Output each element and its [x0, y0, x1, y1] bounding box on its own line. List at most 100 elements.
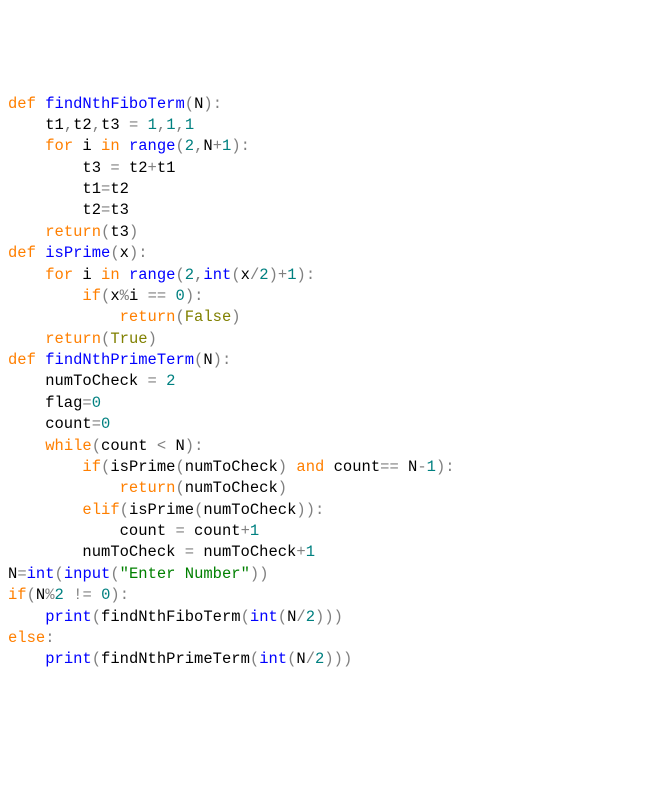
code-token-op: ) [213, 351, 222, 369]
code-token [8, 223, 45, 241]
code-token-op: - [417, 458, 426, 476]
code-token: t2 [73, 116, 92, 134]
code-token-op: : [241, 137, 250, 155]
code-token-num: 0 [92, 394, 101, 412]
code-token-op: : [445, 458, 454, 476]
code-token-op: ) [334, 650, 343, 668]
code-token [8, 501, 82, 519]
code-token: numToCheck [203, 501, 296, 519]
code-token-num: 2 [315, 650, 324, 668]
code-token-op: : [138, 244, 147, 262]
code-token-kw: if [82, 287, 101, 305]
code-token [120, 266, 129, 284]
code-token: isPrime [110, 458, 175, 476]
code-token: x [120, 244, 129, 262]
code-token-op: + [241, 522, 250, 540]
code-token: N [296, 650, 305, 668]
code-token-op: + [296, 543, 305, 561]
code-line: else: [8, 628, 646, 649]
code-token: findNthPrimeTerm [101, 650, 250, 668]
code-token-kw: for [45, 137, 73, 155]
code-token: count [8, 415, 92, 433]
code-token-op: % [45, 586, 54, 604]
code-token-kw: if [8, 586, 27, 604]
code-line: def isPrime(x): [8, 243, 646, 264]
code-token-op: ) [110, 586, 119, 604]
code-token-num: 2 [166, 372, 175, 390]
code-token-op: + [278, 266, 287, 284]
code-token-op: ) [343, 650, 352, 668]
code-token-op: ) [278, 458, 287, 476]
code-token [92, 586, 101, 604]
code-token-op: ) [250, 565, 259, 583]
code-token-op: , [176, 116, 185, 134]
code-token-kw: elif [82, 501, 119, 519]
code-token-op: ( [250, 650, 259, 668]
code-token-op: / [250, 266, 259, 284]
code-token-op: : [45, 629, 54, 647]
code-token-num: 0 [176, 287, 185, 305]
code-token-op: + [213, 137, 222, 155]
code-token: t1 [8, 116, 64, 134]
code-token [8, 308, 120, 326]
code-token-op: : [213, 95, 222, 113]
code-block: def findNthFiboTerm(N): t1,t2,t3 = 1,1,1… [8, 94, 646, 671]
code-token-op: , [64, 116, 73, 134]
code-token-op: = [17, 565, 26, 583]
code-token-str: "Enter Number" [120, 565, 250, 583]
code-line: t1=t2 [8, 179, 646, 200]
code-token-fn: int [203, 266, 231, 284]
code-token-op: ( [175, 137, 184, 155]
code-token-fn: input [64, 565, 111, 583]
code-token: i [73, 266, 101, 284]
code-token-op: ) [278, 479, 287, 497]
code-token-kw: def [8, 95, 45, 113]
code-token [8, 287, 82, 305]
code-line: t3 = t2+t1 [8, 158, 646, 179]
code-token-op: == [380, 458, 399, 476]
code-line: return(t3) [8, 222, 646, 243]
code-token: numToCheck [185, 479, 278, 497]
code-line: def findNthFiboTerm(N): [8, 94, 646, 115]
code-token: count [8, 522, 175, 540]
code-token-op: ( [110, 565, 119, 583]
code-token-op: ) [129, 244, 138, 262]
code-token-op: ( [175, 266, 184, 284]
code-token [120, 137, 129, 155]
code-token-num: 2 [306, 608, 315, 626]
code-token-fn: findNthFiboTerm [45, 95, 185, 113]
code-line: numToCheck = 2 [8, 371, 646, 392]
code-token-op: ) [148, 330, 157, 348]
code-line: numToCheck = numToCheck+1 [8, 542, 646, 563]
code-token-op: , [157, 116, 166, 134]
code-token-op: / [296, 608, 305, 626]
code-token-op: , [194, 137, 203, 155]
code-token-op: ) [297, 266, 306, 284]
code-token-op: : [306, 266, 315, 284]
code-token: numToCheck [8, 543, 185, 561]
code-token [8, 437, 45, 455]
code-token: t3 [101, 116, 129, 134]
code-token: t3 [110, 223, 129, 241]
code-line: for i in range(2,N+1): [8, 136, 646, 157]
code-token-num: 2 [55, 586, 64, 604]
code-line: if(N%2 != 0): [8, 585, 646, 606]
code-token-op: ) [296, 501, 305, 519]
code-token-op: ) [436, 458, 445, 476]
code-token-op: = [92, 415, 101, 433]
code-token-op: ( [231, 266, 240, 284]
code-token-op: ) [231, 137, 240, 155]
code-token-op: ) [259, 565, 268, 583]
code-token: N [399, 458, 418, 476]
code-token-op: : [194, 287, 203, 305]
code-token-op: ) [306, 501, 315, 519]
code-token: t3 [8, 159, 110, 177]
code-token-op: ) [185, 437, 194, 455]
code-token-op: ( [241, 608, 250, 626]
code-token: N [36, 586, 45, 604]
code-token-op: = [175, 522, 184, 540]
code-token [8, 266, 45, 284]
code-token-num: 1 [166, 116, 175, 134]
code-token: flag [8, 394, 82, 412]
code-token-op: = [129, 116, 138, 134]
